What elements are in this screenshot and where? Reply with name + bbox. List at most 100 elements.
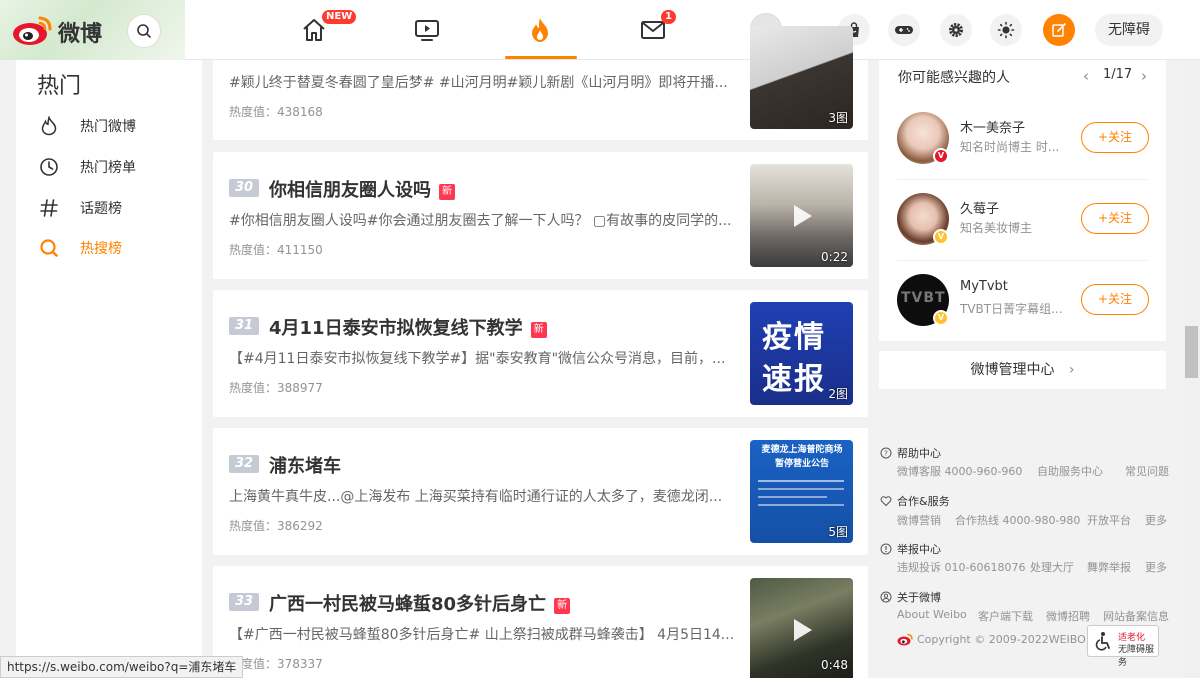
new-tag: 新 [439,184,455,200]
settings-button[interactable] [940,14,972,46]
follow-button[interactable]: +关注 [1081,122,1149,153]
thumbnail-text-top: 麦德龙上海普陀商场 [761,445,843,455]
new-tag: 新 [530,322,547,338]
sidebar-item-hot-list[interactable]: 热门榜单 [38,155,136,179]
recommend-user-row[interactable]: TVBT V MyTvbt TVBT日菁字幕组... +关注 [897,274,1149,354]
verified-badge-icon: V [933,148,949,164]
footer-link[interactable]: 网站备案信息 [1103,608,1169,624]
hot-search-card[interactable]: 30 你相信朋友圈人设吗新 #你相信朋友圈人设吗#你会通过朋友圈去了解一下人吗？… [213,152,868,279]
card-title-text: 4月11日泰安市拟恢复线下教学 [269,318,523,339]
alert-icon [880,543,892,555]
card-title[interactable]: 你相信朋友圈人设吗新 [269,176,455,202]
gamepad-icon [895,26,913,34]
card-title[interactable]: 4月11日泰安市拟恢复线下教学新 [269,314,547,340]
recommend-user-desc: TVBT日菁字幕组... [960,302,1063,316]
sidebar-item-label: 热搜榜 [80,241,122,257]
footer-link[interactable]: 自助服务中心 [1037,463,1103,479]
footer-link[interactable]: 合作热线 4000-980-980 [955,512,1080,528]
card-title[interactable]: 浦东堵车 [269,452,341,478]
card-summary: 上海黄牛真牛皮...@上海发布 上海买菜持有临时通行证的人太多了，麦德龙闭... [229,489,723,505]
card-heat: 热度值：438168 [229,105,323,119]
play-icon [794,619,812,641]
footer-link[interactable]: 更多 [1145,512,1167,528]
footer-link[interactable]: 更多 [1145,559,1167,575]
hot-search-card[interactable]: #颖儿终于替夏冬春圆了皇后梦# #山河月明#颖儿新剧《山河月明》即将开播... … [213,26,868,140]
thumbnail-caption: 2图 [828,387,848,401]
scrollbar-thumb[interactable] [1185,326,1198,378]
theme-toggle-button[interactable] [990,14,1022,46]
card-summary: #你相信朋友圈人设吗#你会通过朋友圈去了解一下人吗？ ▢有故事的皮同学的... [229,213,732,229]
footer-link[interactable]: 违规投诉 010-60618076 [897,559,1025,575]
game-button[interactable] [888,14,920,46]
footer-link[interactable]: 常见问题 [1125,463,1169,479]
compose-button[interactable] [1043,14,1075,46]
card-summary: 【#4月11日泰安市拟恢复线下教学#】据"泰安教育"微信公众号消息，目前，... [229,351,726,367]
thumbnail-text-bottom: 速报 [762,362,826,397]
recommend-user-name[interactable]: 木一美奈子 [960,117,1025,136]
flame-outline-icon [38,115,60,137]
card-title-text: 你相信朋友圈人设吗 [269,180,431,201]
recommend-user-row[interactable]: V 木一美奈子 知名时尚博主 时... +关注 [897,112,1149,192]
sidebar-item-topics[interactable]: 话题榜 [38,196,122,220]
card-thumbnail[interactable]: 0:22 [750,164,853,267]
recommend-user-desc: 知名时尚博主 时... [960,140,1060,154]
chevron-right-icon[interactable]: › [1141,67,1147,85]
top-header: 微博 NEW 1 无障碍 [0,0,1200,60]
elderly-accessibility-badge[interactable]: 适老化 无障碍服务 [1087,625,1159,668]
recommend-user-row[interactable]: V 久莓子 知名美妆博主 +关注 [897,193,1149,273]
hot-search-card[interactable]: 33 广西一村民被马蜂蜇80多针后身亡新 【#广西一村民被马蜂蜇80多针后身亡#… [213,566,868,678]
sidebar-item-hot-weibo[interactable]: 热门微博 [38,114,136,138]
footer-link[interactable]: 客户端下载 [978,608,1033,624]
heart-icon [880,495,892,507]
hot-search-card[interactable]: 32 浦东堵车 上海黄牛真牛皮...@上海发布 上海买菜持有临时通行证的人太多了… [213,428,868,555]
status-bar-url: https://s.weibo.com/weibo?q=浦东堵车 [0,656,244,678]
hot-search-card[interactable]: 31 4月11日泰安市拟恢复线下教学新 【#4月11日泰安市拟恢复线下教学#】据… [213,290,868,417]
footer-link[interactable]: 舞弊举报 [1087,559,1131,575]
follow-button[interactable]: +关注 [1081,203,1149,234]
footer-heading: 帮助中心 [897,447,941,460]
card-title[interactable]: 广西一村民被马蜂蜇80多针后身亡新 [269,590,571,616]
recommend-user-name[interactable]: MyTvbt [960,279,1008,294]
accessibility-button[interactable]: 无障碍 [1095,14,1163,46]
card-heat: 热度值：411150 [229,243,323,257]
copyright: Copyright © 2009-2022WEIBO [897,633,1086,646]
flame-icon [532,18,548,42]
question-icon: ? [880,447,892,459]
search-button[interactable] [127,14,161,48]
recommend-user-name[interactable]: 久莓子 [960,198,999,217]
sidebar-item-label: 热门榜单 [80,160,136,176]
search-icon [137,24,151,38]
card-thumbnail[interactable]: 麦德龙上海普陀商场 暂停营业公告 5图 [750,440,853,543]
chevron-left-icon[interactable]: ‹ [1083,67,1089,85]
footer-link[interactable]: About Weibo [897,608,967,621]
nav-video-button[interactable] [407,10,447,50]
footer-link[interactable]: 处理大厅 [1030,559,1074,575]
footer-report: 举报中心 [880,541,941,557]
card-title-text: 浦东堵车 [269,456,341,477]
divider [897,260,1148,261]
card-title-text: 广西一村民被马蜂蜇80多针后身亡 [269,594,547,615]
footer-link[interactable]: 微博客服 4000-960-960 [897,463,1022,479]
card-thumbnail[interactable]: 3图 [750,26,853,129]
video-icon [415,20,439,41]
sidebar-item-label: 热门微博 [80,119,136,135]
footer-about: 关于微博 [880,589,941,605]
footer-link[interactable]: 开放平台 [1087,512,1131,528]
sidebar-item-hot-search[interactable]: 热搜榜 [38,236,122,260]
recommend-panel: 你可能感兴趣的人 ‹ 1/17 › V 木一美奈子 知名时尚博主 时... +关… [879,60,1166,341]
weibo-logo-icon[interactable] [10,13,54,47]
footer-link[interactable]: 微博营销 [897,512,941,528]
card-summary: 【#广西一村民被马蜂蜇80多针后身亡# 山上祭扫被成群马蜂袭击】 4月5日14.… [229,627,735,643]
nav-hot-button[interactable] [520,10,560,50]
sidebar-item-label: 话题榜 [80,201,122,217]
follow-button[interactable]: +关注 [1081,284,1149,315]
card-thumbnail[interactable]: 疫情 速报 2图 [750,302,853,405]
card-thumbnail[interactable]: 0:48 [750,578,853,678]
footer-link[interactable]: 微博招聘 [1046,608,1090,624]
admin-center-label: 微博管理中心 [970,362,1055,378]
logo-area: 微博 [0,0,185,60]
footer-heading: 关于微博 [897,591,941,604]
gear-icon [949,23,963,37]
sidebar-title: 热门 [37,74,82,99]
admin-center-link[interactable]: 微博管理中心 › [879,351,1166,389]
